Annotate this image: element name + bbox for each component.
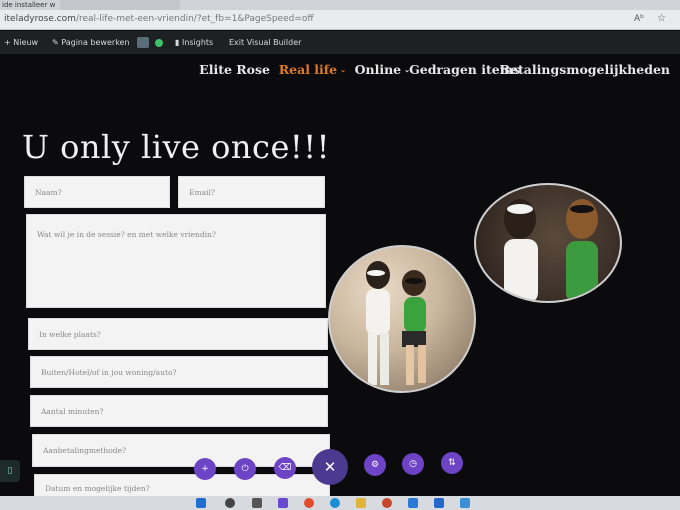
task-view-icon[interactable] — [252, 498, 262, 508]
start-icon[interactable] — [196, 498, 206, 508]
new-label: Nieuw — [13, 38, 38, 47]
page-title: U only live once!!! — [22, 128, 330, 166]
close-icon: ✕ — [323, 458, 337, 476]
url-host: iteladyrose.com — [4, 14, 76, 24]
photo-circle-large — [328, 245, 476, 393]
edge-icon[interactable] — [330, 498, 340, 508]
photo-figures — [366, 261, 426, 385]
nav-item-elite-rose[interactable]: Elite Rose — [199, 62, 270, 77]
photo-circle-small — [474, 183, 622, 303]
edit-page-label: Pagina bewerken — [61, 38, 130, 47]
edit-page-button[interactable]: ✎ Pagina bewerken — [52, 38, 130, 47]
nav-item-label: Online — [354, 62, 402, 77]
power-icon: ⏻ — [241, 464, 249, 474]
chevron-down-icon: ⌄ — [340, 65, 346, 74]
nav-item-real-life[interactable]: Real life ⌄ — [279, 62, 346, 77]
history-icon: ◷ — [409, 459, 417, 469]
plus-icon: + — [4, 38, 11, 47]
gear-icon: ⚙ — [370, 460, 380, 470]
os-taskbar — [0, 496, 680, 510]
wp-admin-bar: + Nieuw ✎ Pagina bewerken ▮ Insights Exi… — [0, 31, 680, 54]
email-field[interactable]: Email? — [178, 176, 325, 208]
photo-figures — [504, 199, 598, 301]
close-builder-button[interactable]: ✕ — [312, 449, 348, 485]
add-icon: + — [201, 464, 209, 474]
mobile-view-icon: ▯ — [7, 466, 13, 476]
new-button[interactable]: + Nieuw — [4, 38, 38, 47]
exit-visual-builder-button[interactable]: Exit Visual Builder — [229, 38, 301, 47]
nav-item-label: Real life — [278, 62, 338, 77]
page-builder-icon[interactable] — [137, 37, 149, 48]
browser-tab-bar: ide installeer w — [0, 0, 680, 10]
file-explorer-icon[interactable] — [356, 498, 366, 508]
search-icon[interactable] — [225, 498, 235, 508]
reader-mode-icon[interactable]: Aᵇ — [634, 14, 644, 24]
sort-button[interactable]: ⇅ — [441, 452, 463, 474]
teams-icon[interactable] — [278, 498, 288, 508]
sort-icon: ⇅ — [448, 458, 456, 468]
firefox-icon[interactable] — [382, 498, 392, 508]
photos-icon[interactable] — [460, 498, 470, 508]
trash-button[interactable]: ⌫ — [274, 457, 296, 479]
place-field[interactable]: In welke plaats? — [28, 318, 328, 350]
address-bar[interactable]: iteladyrose.com/real-life-met-een-vriend… — [0, 10, 680, 30]
power-button[interactable]: ⏻ — [234, 458, 256, 480]
name-field[interactable]: Naam? — [24, 176, 170, 208]
location-field[interactable]: Buiten/Hotel/of in jou woning/auto? — [30, 356, 328, 388]
nav-item-online[interactable]: Online ⌄ — [355, 62, 410, 77]
add-button[interactable]: + — [194, 458, 216, 480]
page-settings-handle[interactable]: ▯ — [0, 460, 20, 482]
screen: ide installeer w iteladyrose.com/real-li… — [0, 0, 680, 510]
insights-label: Insights — [181, 38, 214, 47]
url-text[interactable]: iteladyrose.com/real-life-met-een-vriend… — [4, 14, 314, 24]
minutes-field[interactable]: Aantal minuten? — [30, 395, 328, 427]
chrome-icon[interactable] — [304, 498, 314, 508]
insights-button[interactable]: ▮ Insights — [175, 38, 213, 47]
browser-tab[interactable]: ide installeer w — [0, 0, 60, 10]
skype-icon[interactable] — [408, 498, 418, 508]
message-textarea[interactable]: Wat wil je in de sessie? en met welke vr… — [26, 214, 326, 308]
url-path: /real-life-met-een-vriendin/?et_fb=1&Pag… — [75, 14, 314, 24]
pencil-icon: ✎ — [52, 38, 59, 47]
site-nav: Elite Rose Real life ⌄ Online ⌄ Gedragen i… — [199, 62, 670, 82]
bar-chart-icon: ▮ — [175, 38, 180, 47]
history-button[interactable]: ◷ — [402, 453, 424, 475]
outlook-icon[interactable] — [434, 498, 444, 508]
status-dot-icon[interactable] — [155, 39, 163, 47]
trash-icon: ⌫ — [278, 463, 292, 473]
nav-item-betalingsmogelijkheden[interactable]: Betalingsmogelijkheden — [499, 62, 670, 77]
favorites-star-icon[interactable]: ☆ — [657, 13, 666, 24]
settings-button[interactable]: ⚙ — [364, 454, 386, 476]
browser-tab-active[interactable] — [60, 0, 180, 10]
